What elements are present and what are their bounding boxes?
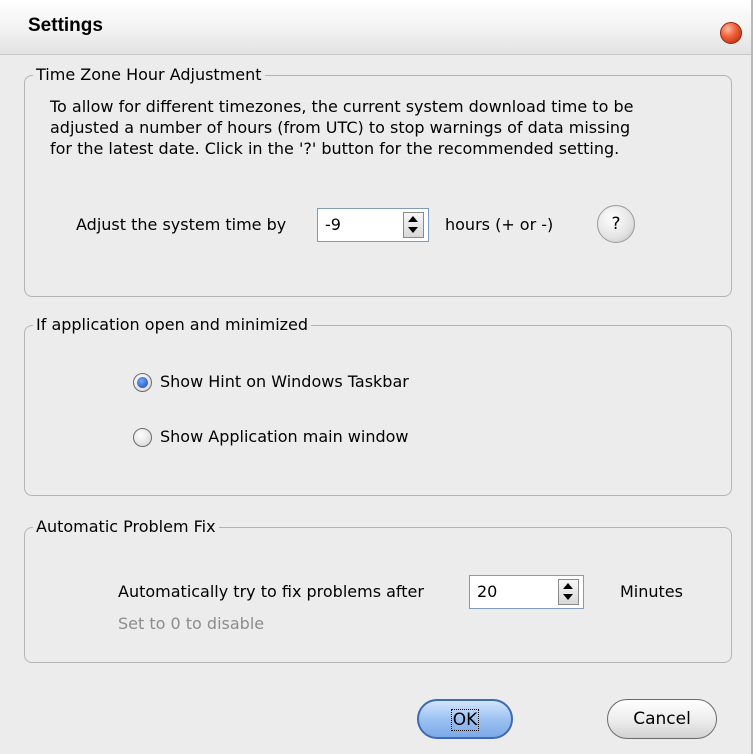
radio-show-hint[interactable] [133, 373, 152, 392]
close-icon[interactable] [720, 22, 742, 44]
minutes-units-label: Minutes [620, 582, 683, 601]
ok-button[interactable]: OK [417, 699, 513, 739]
title-bar[interactable]: Settings [0, 0, 751, 55]
description-line: for the latest date. Click in the '?' bu… [50, 139, 620, 158]
description-line: adjusted a number of hours (from UTC) to… [50, 118, 631, 137]
arrow-down-icon[interactable] [559, 592, 578, 604]
hour-adjust-value[interactable]: -9 [325, 215, 341, 234]
autofix-group-title: Automatic Problem Fix [33, 517, 219, 537]
autofix-label: Automatically try to fix problems after [118, 582, 424, 601]
autofix-minutes-spinner[interactable]: 20 [469, 575, 584, 609]
timezone-group-title: Time Zone Hour Adjustment [33, 65, 265, 85]
radio-show-hint-label[interactable]: Show Hint on Windows Taskbar [160, 372, 409, 392]
settings-window: Settings Time Zone Hour Adjustment To al… [0, 0, 753, 754]
autofix-minutes-value[interactable]: 20 [477, 582, 497, 601]
arrow-up-icon[interactable] [404, 213, 423, 225]
hour-adjust-spinner[interactable]: -9 [317, 208, 429, 242]
spin-buttons [558, 579, 579, 605]
radio-show-main-window[interactable] [133, 428, 152, 447]
arrow-up-icon[interactable] [559, 580, 578, 592]
description-line: To allow for different timezones, the cu… [50, 97, 634, 116]
adjust-label: Adjust the system time by [76, 215, 287, 234]
ok-button-label: OK [450, 709, 480, 731]
minimized-group: If application open and minimized [24, 315, 732, 496]
autofix-hint: Set to 0 to disable [118, 614, 265, 633]
window-title: Settings [28, 15, 103, 36]
hours-units-label: hours (+ or -) [445, 215, 554, 234]
timezone-description: To allow for different timezones, the cu… [50, 96, 730, 159]
cancel-button[interactable]: Cancel [607, 699, 717, 739]
radio-show-main-window-label[interactable]: Show Application main window [160, 427, 409, 447]
arrow-down-icon[interactable] [404, 225, 423, 237]
minimized-group-title: If application open and minimized [33, 315, 312, 335]
spin-buttons [403, 212, 424, 238]
question-icon[interactable]: ? [597, 205, 635, 243]
